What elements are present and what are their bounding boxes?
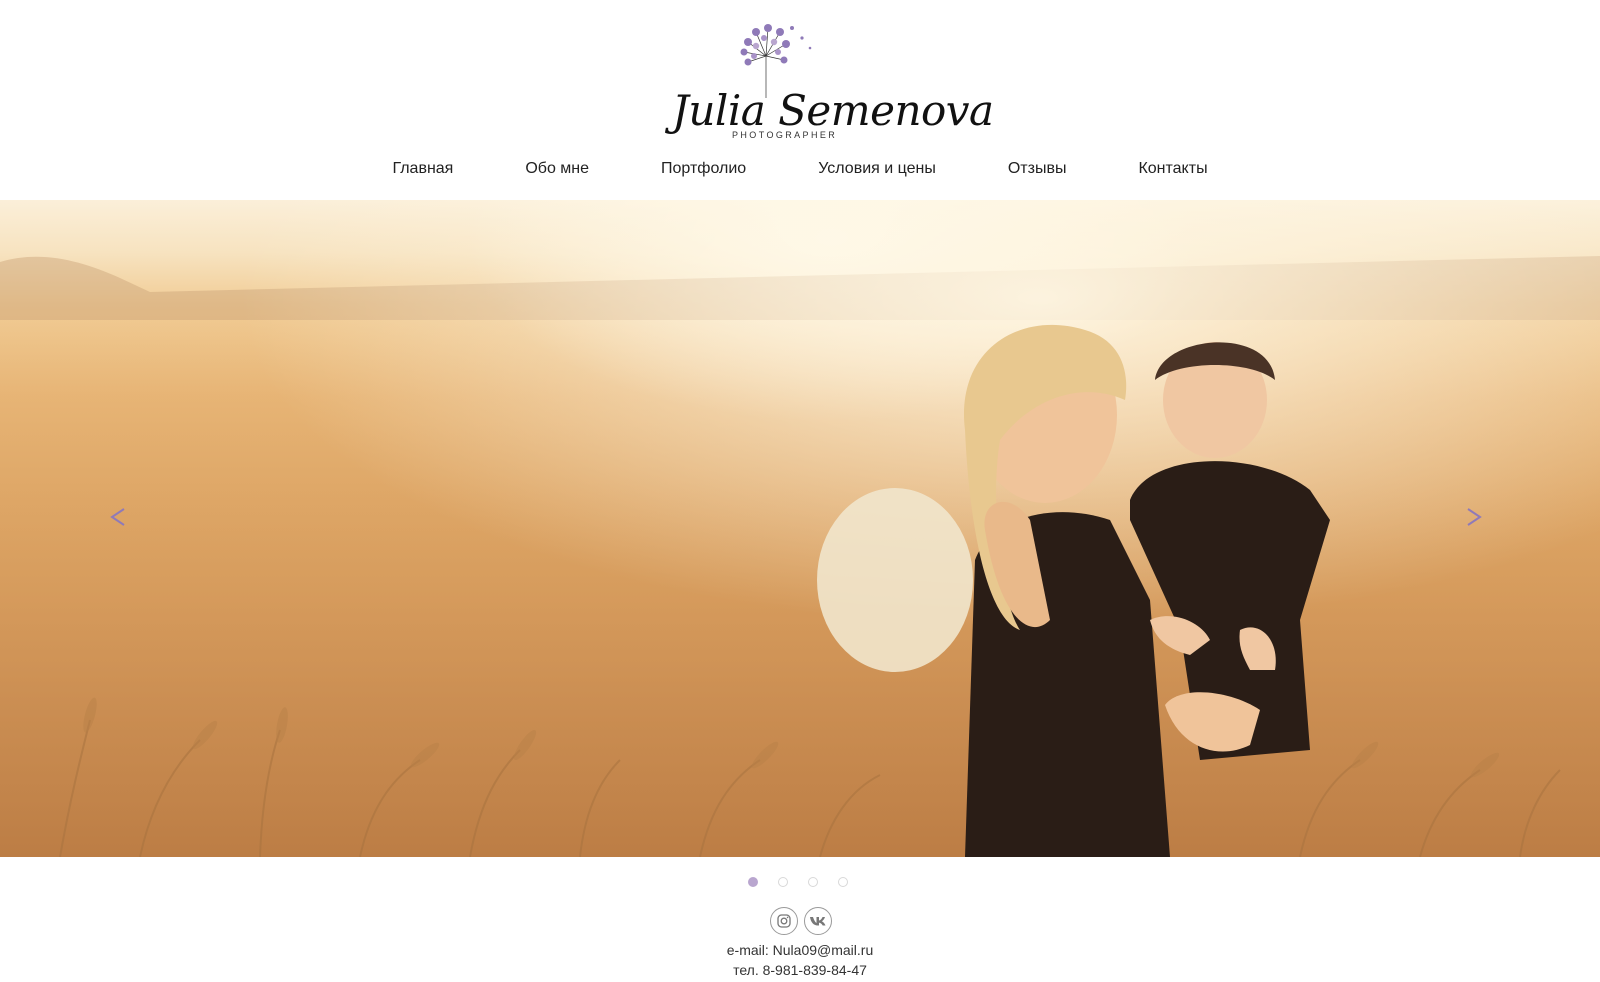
contact-email: e-mail: Nula09@mail.ru <box>0 942 1600 958</box>
email-label: e-mail: <box>726 942 769 958</box>
vk-icon <box>810 917 826 926</box>
nav-item-about[interactable]: Обо мне <box>525 160 589 186</box>
slider-dot-4[interactable] <box>838 877 848 887</box>
contact-phone: тел. 8-981-839-84-47 <box>0 962 1600 978</box>
logo-subtitle: PHOTOGRAPHER <box>732 130 838 140</box>
instagram-icon <box>777 914 791 928</box>
instagram-link[interactable] <box>770 907 798 935</box>
logo-name: Julia Semenova <box>672 86 994 135</box>
chevron-right-icon <box>1467 508 1482 526</box>
phone-label: тел. <box>733 962 759 978</box>
phone-link[interactable]: 8-981-839-84-47 <box>763 962 867 978</box>
email-link[interactable]: Nula09@mail.ru <box>773 942 874 958</box>
main-nav: Главная Обо мне Портфолио Условия и цены… <box>0 160 1600 186</box>
slider-dot-3[interactable] <box>808 877 818 887</box>
vk-link[interactable] <box>804 907 832 935</box>
social-links <box>770 907 832 935</box>
nav-item-contacts[interactable]: Контакты <box>1138 160 1207 186</box>
nav-item-home[interactable]: Главная <box>392 160 453 186</box>
slider-pagination <box>748 877 848 887</box>
nav-item-portfolio[interactable]: Портфолио <box>661 160 746 186</box>
hero-slider <box>0 200 1600 857</box>
slider-prev-button[interactable] <box>108 505 138 545</box>
slider-dot-1[interactable] <box>748 877 758 887</box>
site-logo[interactable]: Julia Semenova PHOTOGRAPHER <box>640 14 994 144</box>
nav-item-reviews[interactable]: Отзывы <box>1008 160 1067 186</box>
hero-photo <box>0 200 1600 857</box>
slider-dot-2[interactable] <box>778 877 788 887</box>
nav-item-prices[interactable]: Условия и цены <box>818 160 936 186</box>
slider-next-button[interactable] <box>1464 505 1494 545</box>
chevron-left-icon <box>110 508 125 526</box>
